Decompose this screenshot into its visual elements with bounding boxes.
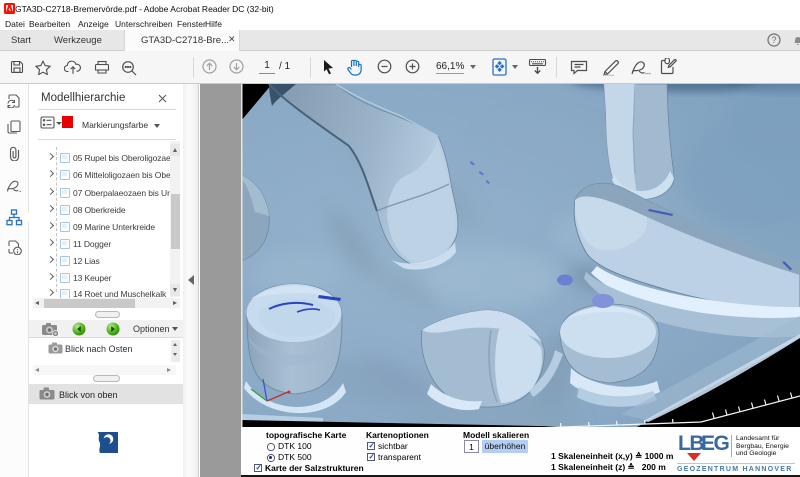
svg-text:?: ? xyxy=(771,35,776,45)
